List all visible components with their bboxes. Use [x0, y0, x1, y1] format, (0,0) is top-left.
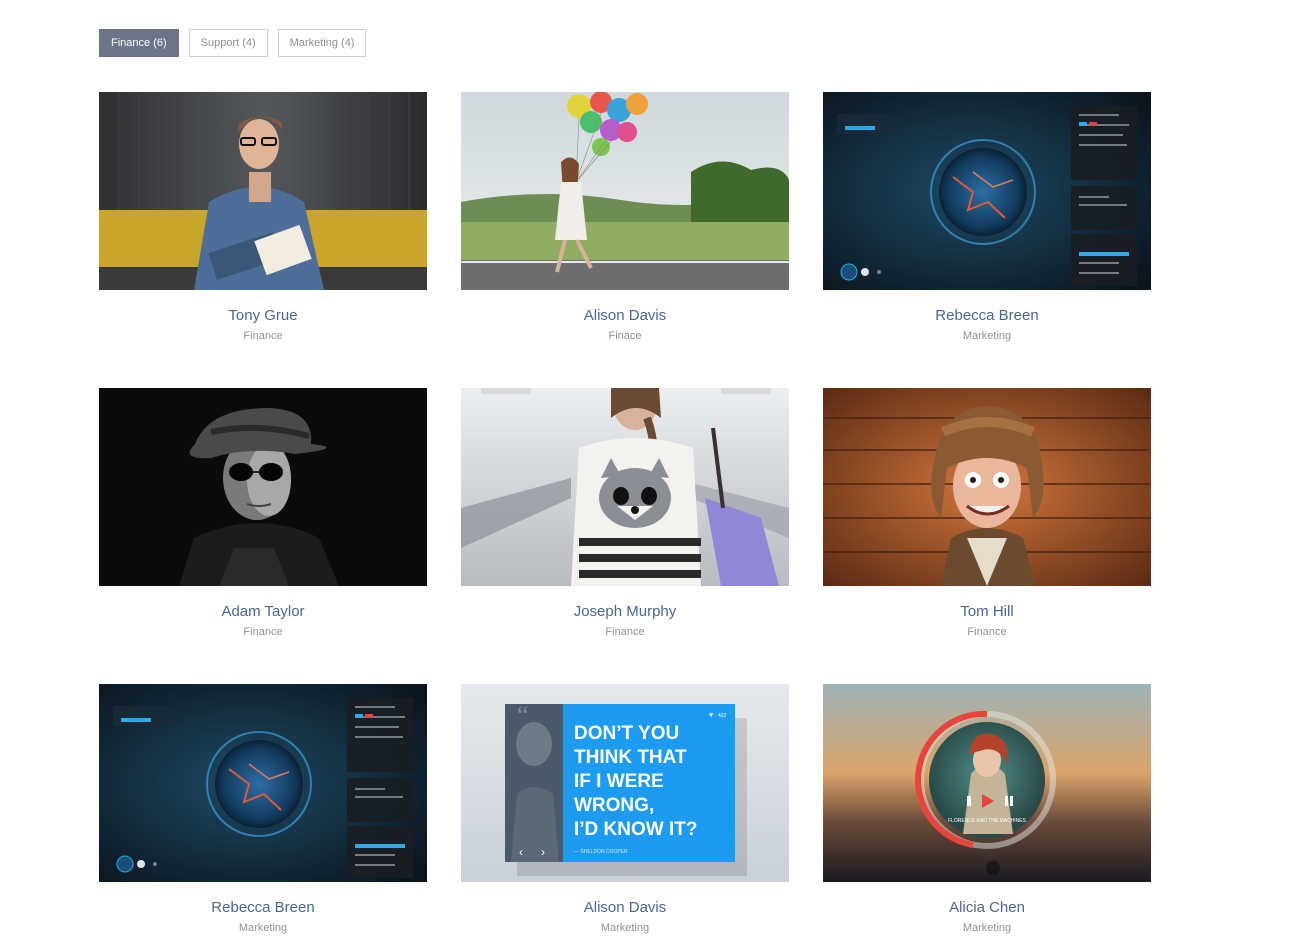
member-name[interactable]: Rebecca Breen — [823, 307, 1151, 325]
team-card[interactable]: “ ‹ › DON’T YOU THINK THAT IF I WERE WRO… — [461, 684, 789, 935]
team-card[interactable]: Tom Hill Finance — [823, 388, 1151, 639]
prev-arrow-icon: ‹ — [519, 845, 523, 859]
quote-line-1: DON’T YOU — [574, 723, 679, 744]
member-name[interactable]: Alison Davis — [461, 307, 789, 325]
quote-author: — SHELDON COOPER — [574, 849, 628, 855]
heart-icon: ♥ — [709, 712, 713, 719]
team-card[interactable]: FLORENCE AND THE MACHINES Alicia Chen Ma… — [823, 684, 1151, 935]
member-department: Marketing — [962, 330, 1012, 342]
team-photo[interactable]: “ ‹ › DON’T YOU THINK THAT IF I WERE WRO… — [461, 684, 789, 882]
member-department: Finance — [243, 330, 283, 342]
member-department: Marketing — [238, 922, 288, 934]
team-card[interactable]: Rebecca Breen Marketing — [99, 684, 427, 935]
team-photo[interactable]: FLORENCE AND THE MACHINES — [823, 684, 1151, 882]
song-title: FLORENCE AND THE MACHINES — [948, 818, 1027, 824]
quote-line-4: WRONG, — [574, 795, 654, 816]
team-card[interactable]: Joseph Murphy Finance — [461, 388, 789, 639]
team-photo[interactable] — [461, 92, 789, 290]
team-photo[interactable] — [99, 92, 427, 290]
member-name[interactable]: Alison Davis — [461, 899, 789, 917]
member-name[interactable]: Adam Taylor — [99, 603, 427, 621]
team-photo[interactable] — [99, 388, 427, 586]
filter-finance-button[interactable]: Finance (6) — [99, 29, 179, 57]
member-department: Marketing — [962, 922, 1012, 934]
member-department: Finance — [605, 626, 645, 638]
team-card[interactable]: Tony Grue Finance — [99, 92, 427, 343]
member-department: Marketing — [600, 922, 650, 934]
filter-support-button[interactable]: Support (4) — [188, 29, 268, 57]
quote-line-5: I’D KNOW IT? — [574, 819, 697, 840]
svg-text:“: “ — [517, 701, 529, 730]
team-photo[interactable] — [461, 388, 789, 586]
team-card[interactable]: Rebecca Breen Marketing — [823, 92, 1151, 343]
quote-line-3: IF I WERE — [574, 771, 664, 792]
member-name[interactable]: Tony Grue — [99, 307, 427, 325]
next-arrow-icon: › — [541, 845, 545, 859]
team-photo[interactable] — [823, 388, 1151, 586]
member-name[interactable]: Tom Hill — [823, 603, 1151, 621]
member-name[interactable]: Rebecca Breen — [99, 899, 427, 917]
likes-count: 422 — [718, 713, 727, 719]
member-name[interactable]: Joseph Murphy — [461, 603, 789, 621]
team-photo[interactable] — [99, 684, 427, 882]
filter-bar: Finance (6) Support (4) Marketing (4) — [99, 29, 367, 57]
member-department: Finance — [967, 626, 1007, 638]
filter-marketing-button[interactable]: Marketing (4) — [277, 29, 367, 57]
team-card[interactable]: Adam Taylor Finance — [99, 388, 427, 639]
team-photo[interactable] — [823, 92, 1151, 290]
team-card[interactable]: Alison Davis Finace — [461, 92, 789, 343]
member-department: Finace — [608, 330, 642, 342]
quote-line-2: THINK THAT — [574, 747, 687, 768]
member-department: Finance — [243, 626, 283, 638]
member-name[interactable]: Alicia Chen — [823, 899, 1151, 917]
